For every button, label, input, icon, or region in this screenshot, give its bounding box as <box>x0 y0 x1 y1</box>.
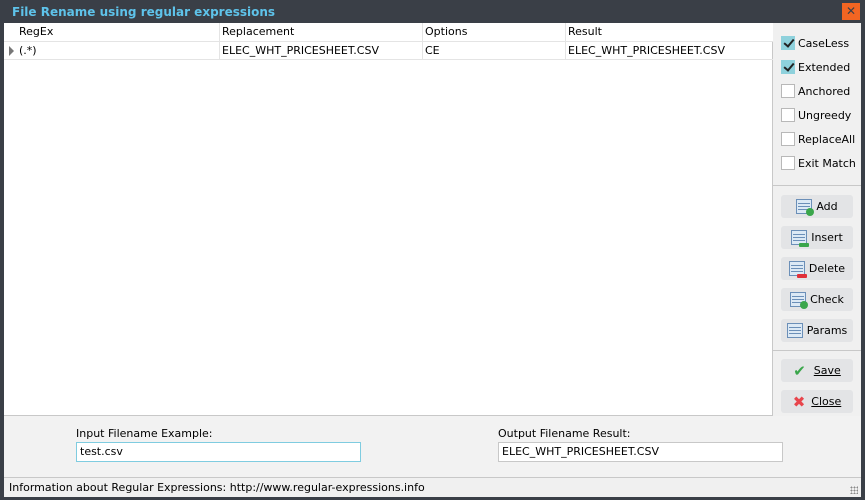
insert-button[interactable]: Insert <box>781 226 853 249</box>
checkbox-anchored[interactable]: Anchored <box>781 83 850 99</box>
input-filename-label: Input Filename Example: <box>76 427 213 440</box>
save-button[interactable]: ✔ Save <box>781 359 853 382</box>
check-refresh-icon <box>790 292 809 309</box>
divider <box>773 185 861 186</box>
row-indicator-icon <box>9 46 14 56</box>
insert-label: Insert <box>811 231 843 244</box>
checkbox-label: Extended <box>798 60 851 74</box>
output-filename-field[interactable]: ELEC_WHT_PRICESHEET.CSV <box>498 442 783 462</box>
regex-grid[interactable]: RegEx Replacement Options Result (.*) EL… <box>4 23 773 416</box>
status-text[interactable]: Information about Regular Expressions: h… <box>9 481 425 494</box>
insert-row-icon <box>791 230 810 247</box>
filename-test-panel: Input Filename Example: test.csv Output … <box>4 418 861 475</box>
side-panel: CaseLess Extended Anchored Ungreedy Repl… <box>773 23 861 416</box>
table-row[interactable]: (.*) ELEC_WHT_PRICESHEET.CSV CE ELEC_WHT… <box>4 42 773 60</box>
checkbox-label: Ungreedy <box>798 108 852 122</box>
checkbox-label: CaseLess <box>798 36 850 50</box>
checkbox-unchecked-icon[interactable] <box>781 84 795 98</box>
cell-replacement[interactable]: ELEC_WHT_PRICESHEET.CSV <box>219 42 379 59</box>
checkbox-label: Exit Match <box>798 156 856 170</box>
output-filename-label: Output Filename Result: <box>498 427 631 440</box>
checkbox-label: Anchored <box>798 84 851 98</box>
column-header-regex[interactable]: RegEx <box>16 23 53 41</box>
dialog-window: File Rename using regular expressions ✕ … <box>0 0 865 500</box>
cell-result[interactable]: ELEC_WHT_PRICESHEET.CSV <box>565 42 725 59</box>
params-label: Params <box>806 324 848 337</box>
delete-label: Delete <box>808 262 846 275</box>
check-label: Check <box>810 293 844 306</box>
column-header-result[interactable]: Result <box>565 23 602 41</box>
checkbox-caseless[interactable]: CaseLess <box>781 35 849 51</box>
add-row-icon <box>796 199 815 216</box>
checkbox-unchecked-icon[interactable] <box>781 156 795 170</box>
column-header-replacement[interactable]: Replacement <box>219 23 294 41</box>
checkbox-unchecked-icon[interactable] <box>781 132 795 146</box>
close-window-button[interactable]: ✕ <box>842 3 860 20</box>
title-bar[interactable]: File Rename using regular expressions ✕ <box>0 0 865 23</box>
input-filename-field[interactable]: test.csv <box>76 442 361 462</box>
dialog-client: RegEx Replacement Options Result (.*) EL… <box>4 23 861 497</box>
delete-button[interactable]: Delete <box>781 257 853 280</box>
divider <box>773 350 861 351</box>
cell-regex[interactable]: (.*) <box>16 42 37 59</box>
checkbox-replaceall[interactable]: ReplaceAll <box>781 131 855 147</box>
grid-header: RegEx Replacement Options Result <box>4 23 773 42</box>
checkmark-icon: ✔ <box>793 361 806 380</box>
window-title: File Rename using regular expressions <box>12 5 276 19</box>
checkbox-checked-icon[interactable] <box>781 60 795 74</box>
add-label: Add <box>816 200 838 213</box>
params-icon <box>786 323 803 338</box>
checkbox-label: ReplaceAll <box>798 132 856 146</box>
checkbox-exit-match[interactable]: Exit Match <box>781 155 856 171</box>
checkbox-checked-icon[interactable] <box>781 36 795 50</box>
close-button[interactable]: ✖ Close <box>781 390 853 413</box>
check-button[interactable]: Check <box>781 288 853 311</box>
column-header-options[interactable]: Options <box>422 23 467 41</box>
checkbox-ungreedy[interactable]: Ungreedy <box>781 107 851 123</box>
save-label: Save <box>813 364 841 377</box>
close-icon: ✖ <box>792 392 806 411</box>
checkbox-unchecked-icon[interactable] <box>781 108 795 122</box>
status-bar: Information about Regular Expressions: h… <box>4 477 861 497</box>
add-button[interactable]: Add <box>781 195 853 218</box>
close-label: Close <box>811 395 842 408</box>
resize-grip-icon[interactable] <box>850 486 858 494</box>
delete-row-icon <box>788 261 807 278</box>
checkbox-extended[interactable]: Extended <box>781 59 850 75</box>
close-icon: ✕ <box>845 4 857 18</box>
params-button[interactable]: Params <box>781 319 853 342</box>
cell-options[interactable]: CE <box>422 42 440 59</box>
